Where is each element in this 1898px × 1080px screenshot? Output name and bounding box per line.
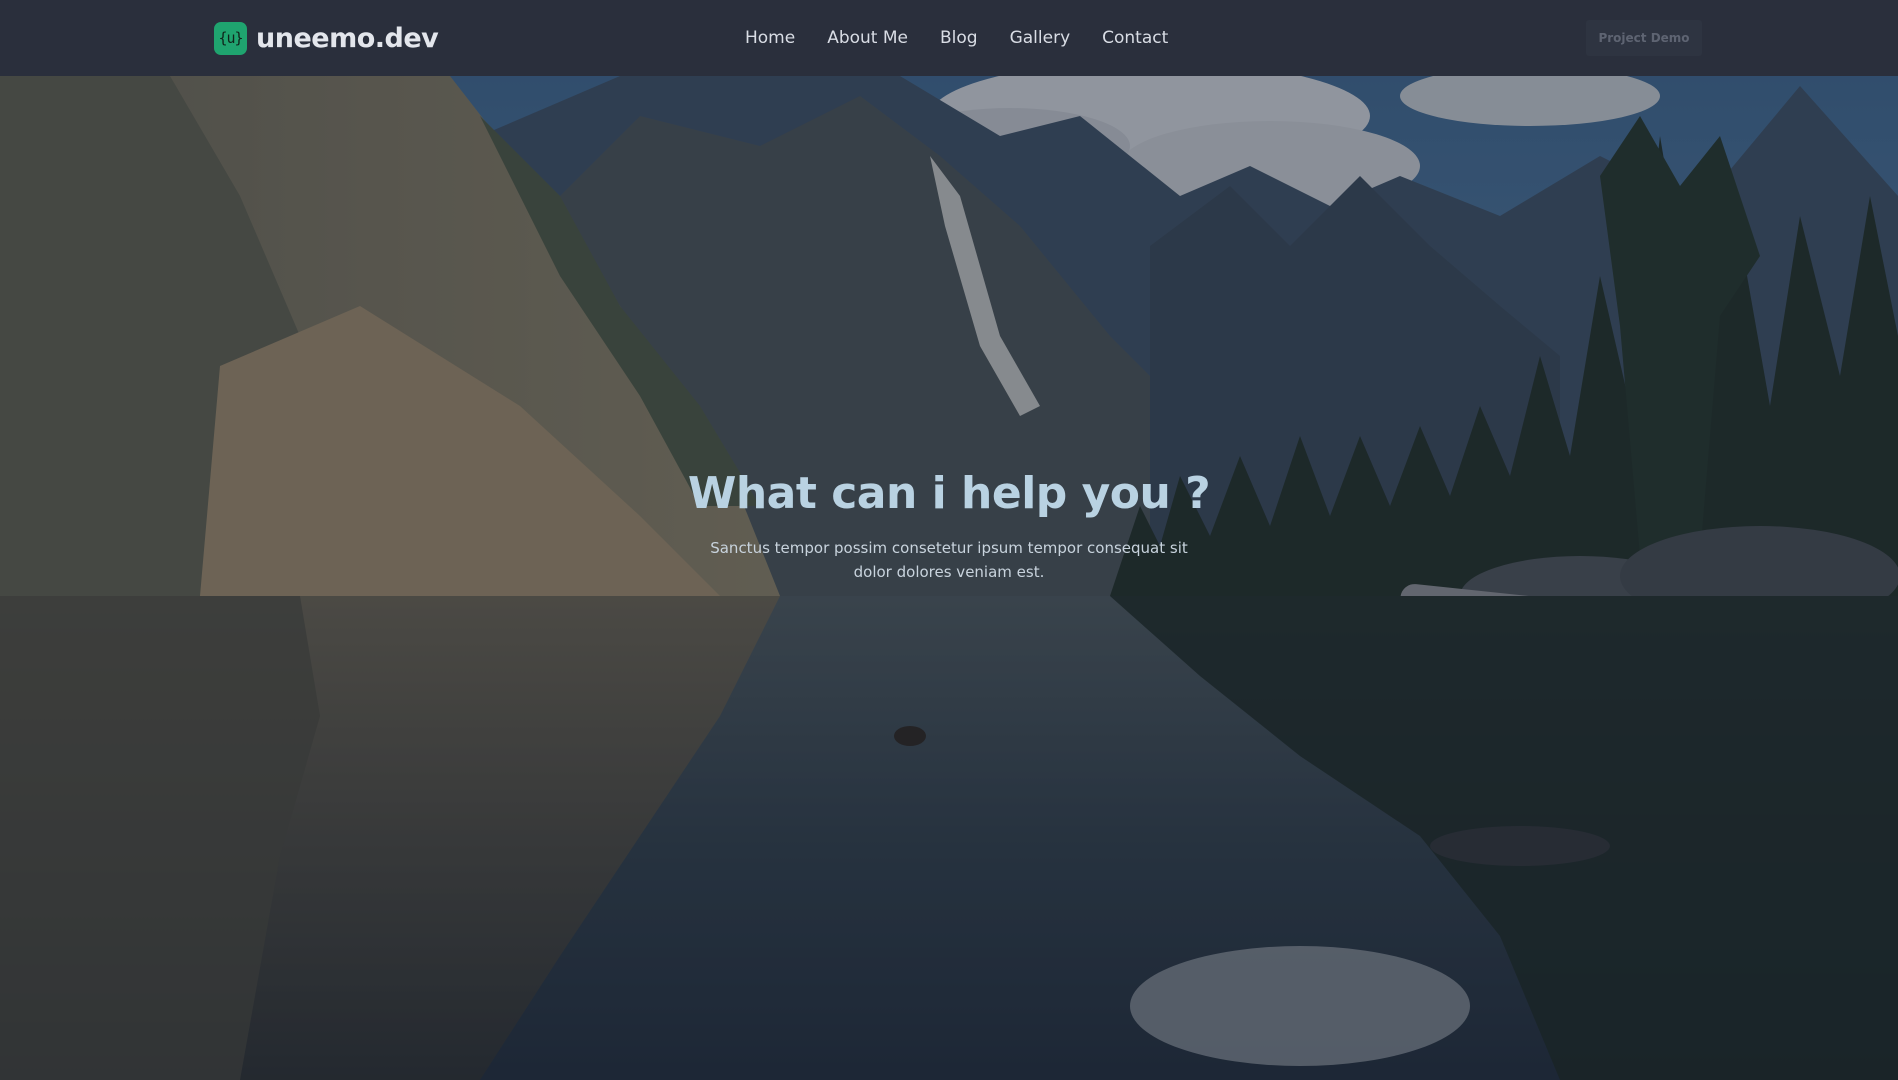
hero-content: What can i help you ? Sanctus tempor pos… (0, 466, 1898, 584)
navbar: {u} uneemo.dev Home About Me Blog Galler… (0, 0, 1898, 76)
brand-logo-icon: {u} (214, 21, 247, 55)
nav-item-about-me[interactable]: About Me (827, 26, 908, 50)
page: {u} uneemo.dev Home About Me Blog Galler… (0, 0, 1898, 1080)
nav-item-blog[interactable]: Blog (940, 26, 978, 50)
nav-item-contact[interactable]: Contact (1102, 26, 1168, 50)
nav-item-gallery[interactable]: Gallery (1010, 26, 1071, 50)
brand-link[interactable]: {u} uneemo.dev (214, 21, 439, 55)
hero-title: What can i help you ? (687, 468, 1211, 519)
nav-item-home[interactable]: Home (745, 26, 795, 50)
hero-subtitle: Sanctus tempor possim consetetur ipsum t… (710, 539, 1188, 581)
hero-section: What can i help you ? Sanctus tempor pos… (0, 76, 1898, 1080)
main-nav: Home About Me Blog Gallery Contact (745, 26, 1168, 50)
project-demo-button[interactable]: Project Demo (1586, 20, 1702, 56)
brand-name: uneemo.dev (256, 22, 439, 54)
